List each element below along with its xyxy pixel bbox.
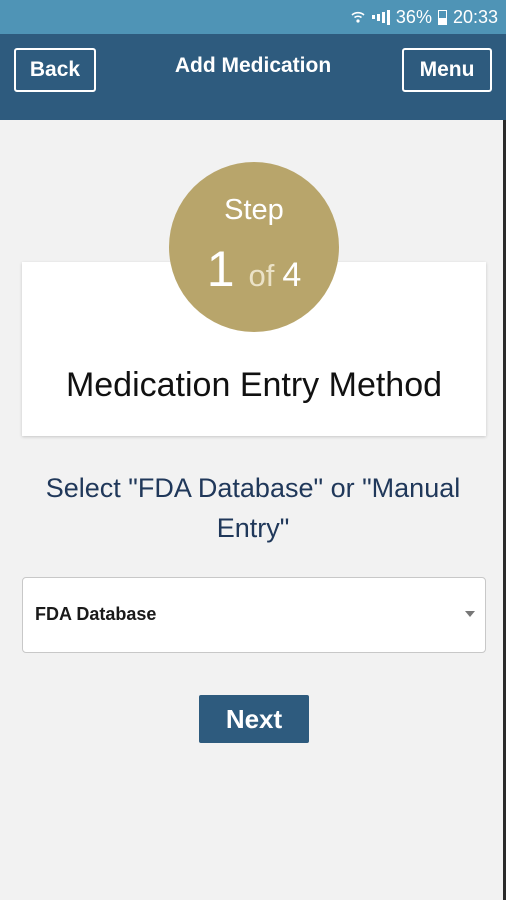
battery-percent: 36% <box>395 6 432 27</box>
instruction-text: Select "FDA Database" or "Manual Entry" <box>45 473 461 543</box>
status-bar: 36% 20:33 <box>0 0 506 34</box>
step-total: 4 <box>282 256 302 294</box>
next-button[interactable]: Next <box>199 695 309 743</box>
clock: 20:33 <box>452 6 498 27</box>
chevron-down-icon <box>465 611 475 617</box>
select-value: FDA Database <box>35 604 157 624</box>
battery-icon <box>437 9 447 25</box>
wifi-icon <box>350 9 366 25</box>
step-of: of <box>248 258 275 293</box>
step-label: Step <box>224 194 284 226</box>
menu-button[interactable]: Menu <box>402 48 492 92</box>
app-header: Back Add Medication Menu <box>0 34 506 120</box>
step-indicator: Step 1 of 4 <box>169 162 339 332</box>
signal-icon <box>371 9 390 25</box>
step-count: 1 of 4 <box>169 240 339 298</box>
entry-method-select[interactable]: FDA Database <box>22 577 486 653</box>
card-title: Medication Entry Method <box>65 366 443 404</box>
step-current: 1 <box>206 241 235 297</box>
